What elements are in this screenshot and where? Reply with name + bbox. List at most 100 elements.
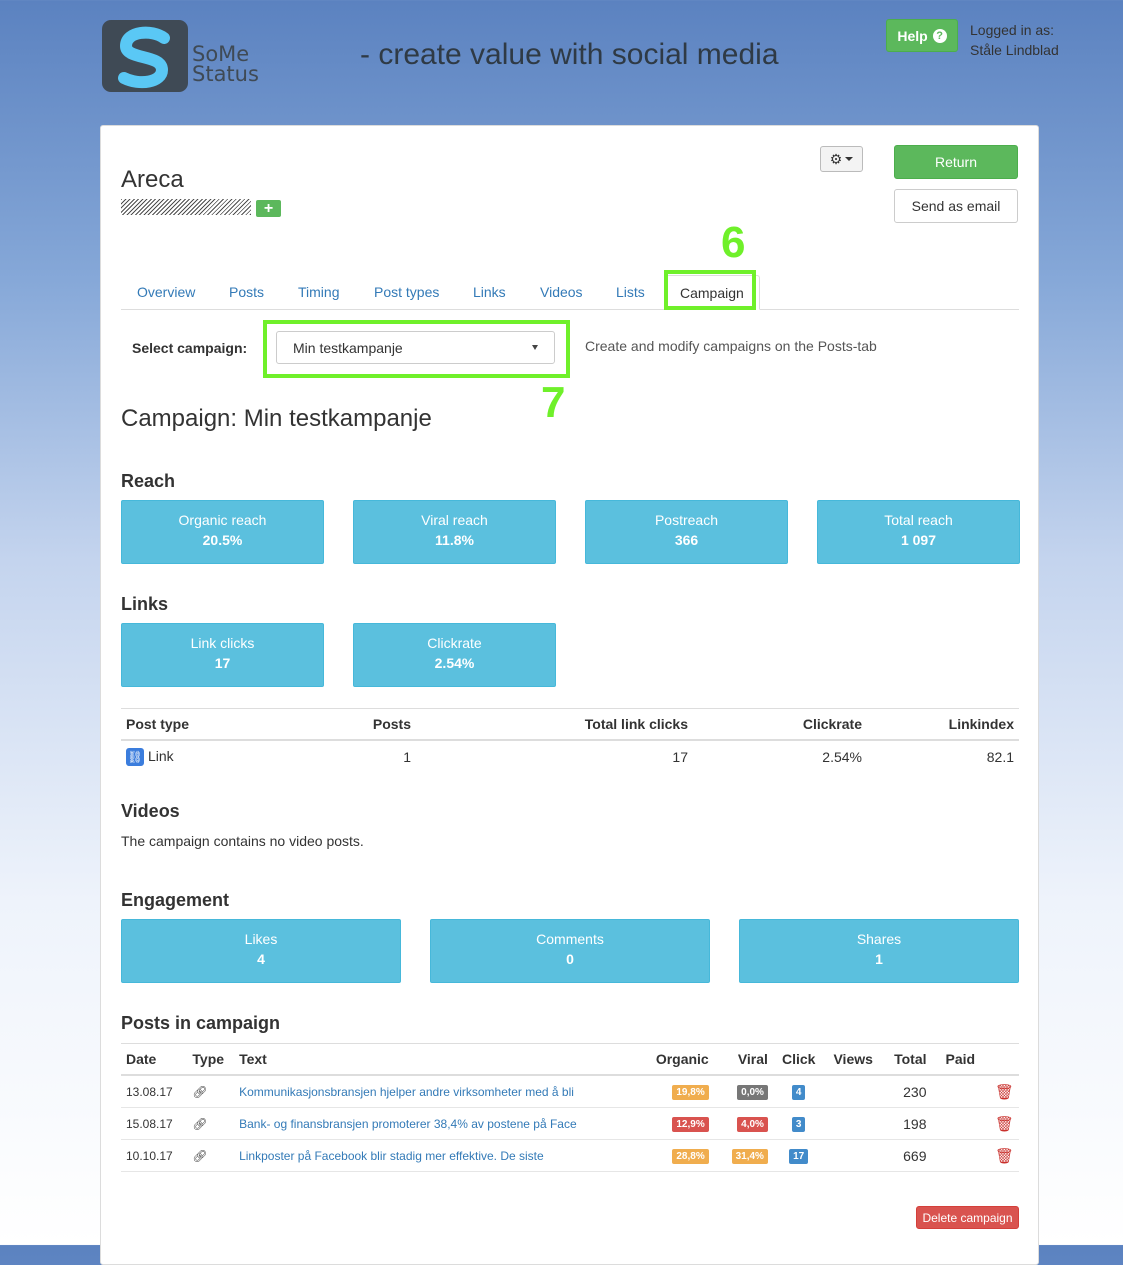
tab-timing[interactable]: Timing [283,275,355,309]
client-name: Areca [121,166,184,193]
reach-heading: Reach [121,471,176,491]
add-button[interactable]: + [256,200,281,217]
link-icon: 🔗︎ [187,1139,235,1172]
stat-value: 1 [875,951,883,967]
stat-label: Comments [536,931,604,947]
delete-campaign-button[interactable]: Delete campaign [916,1206,1019,1229]
tabs-divider [121,309,1019,310]
post-link[interactable]: Kommunikasjonsbransjen hjelper andre vir… [239,1085,574,1099]
selected-campaign: Min testkampanje [293,339,403,356]
col-linkindex: Linkindex [867,708,1019,741]
help-button[interactable]: Help ? [886,19,958,52]
select-campaign-label: Select campaign: [132,340,248,356]
cell-clickrate: 2.54% [822,749,862,765]
cell-click: 3 [772,1107,825,1140]
login-info: Logged in as: Ståle Lindblad [970,20,1059,60]
cell-date: 10.10.17 [121,1139,188,1172]
col-views: Views [824,1043,882,1076]
stat-viral-reach: Viral reach 11.8% [353,500,556,564]
trash-icon[interactable]: 🗑︎ [995,1084,1014,1101]
cell-paid [931,1139,990,1172]
tab-lists[interactable]: Lists [601,275,660,309]
cell-actions: 🗑︎ [989,1139,1019,1172]
send-email-button[interactable]: Send as email [894,189,1018,223]
col-text: Text [234,1043,637,1076]
cell-organic: 12,9% [636,1107,714,1140]
viral-badge: 31,4% [731,1148,768,1164]
cell-views [824,1139,882,1172]
organic-badge: 19,8% [672,1084,709,1100]
tab-highlight [664,270,756,310]
table-row: 10.10.17 🔗︎ Linkposter på Facebook blir … [121,1139,1019,1172]
campaign-select[interactable]: Min testkampanje [276,331,555,364]
stat-comments: Comments 0 [430,919,710,983]
tab-overview[interactable]: Overview [122,275,210,309]
stat-value: 2.54% [434,655,475,671]
table-header-row: Date Type Text Organic Viral Click Views… [121,1043,1019,1076]
tab-links[interactable]: Links [458,275,521,309]
logged-in-label: Logged in as: [970,22,1055,38]
stat-likes: Likes 4 [121,919,401,983]
organic-badge: 28,8% [672,1148,709,1164]
cell-viral: 4,0% [713,1107,773,1140]
cell-views [824,1075,882,1108]
link-icon: 🔗︎ [187,1107,235,1140]
tab-posts[interactable]: Posts [214,275,279,309]
stat-label: Postreach [654,512,719,528]
viral-badge: 4,0% [737,1116,768,1132]
col-total-link-clicks: Total link clicks [416,708,693,741]
tab-videos[interactable]: Videos [525,275,598,309]
stat-label: Shares [856,931,902,947]
logo-icon[interactable] [102,20,188,92]
cell-organic: 19,8% [636,1075,714,1108]
cell-organic: 28,8% [636,1139,714,1172]
settings-dropdown-button[interactable]: ⚙ [820,146,863,172]
redacted-text [121,199,251,215]
engagement-heading: Engagement [121,890,230,910]
cell-actions: 🗑︎ [989,1107,1019,1140]
posts-table: Date Type Text Organic Viral Click Views… [121,1043,1019,1172]
main-card: Areca + ⚙ Return Send as email 6 Overvie… [100,125,1039,1265]
annotation-7: 7 [541,378,566,427]
stat-organic-reach: Organic reach 20.5% [121,500,324,564]
stat-value: 11.8% [435,532,474,548]
stat-link-clicks: Link clicks 17 [121,623,324,687]
click-badge: 4 [791,1084,806,1100]
cell-text: Kommunikasjonsbransjen hjelper andre vir… [234,1075,637,1108]
caret-down-icon [845,157,854,161]
tagline: - create value with social media [360,38,779,71]
campaign-hint: Create and modify campaigns on the Posts… [585,338,877,354]
annotation-6: 6 [721,218,746,267]
link-icon: ⛓ [126,748,144,767]
trash-icon[interactable]: 🗑︎ [995,1116,1014,1133]
videos-heading: Videos [121,801,180,821]
col-type: Type [187,1043,235,1076]
stat-value: 4 [257,951,265,967]
cell-text: Bank- og finansbransjen promoterer 38,4%… [234,1107,637,1140]
post-link[interactable]: Bank- og finansbransjen promoterer 38,4%… [239,1117,577,1131]
cell-total: 230 [881,1075,932,1108]
cell-post-type: ⛓ Link [121,740,281,773]
stat-value: 1 097 [900,532,937,548]
stat-label: Total reach [884,512,953,528]
tab-post-types[interactable]: Post types [359,275,454,309]
post-link[interactable]: Linkposter på Facebook blir stadig mer e… [239,1149,544,1163]
stat-label: Clickrate [427,635,482,651]
no-video-text: The campaign contains no video posts. [121,833,364,849]
col-clickrate: Clickrate [693,708,867,741]
cell-click: 17 [772,1139,825,1172]
cell-total: 198 [881,1107,932,1140]
col-viral: Viral [713,1043,773,1076]
return-button[interactable]: Return [894,145,1018,179]
cell-viral: 0,0% [713,1075,773,1108]
click-badge: 3 [791,1116,806,1132]
cell-total: 669 [881,1139,932,1172]
cell-clicks: 17 [672,749,688,765]
link-types-table: Post type Posts Total link clicks Clickr… [121,708,1019,773]
table-header-row: Post type Posts Total link clicks Clickr… [121,708,1019,741]
logo-line-status: Status [192,62,259,86]
trash-icon[interactable]: 🗑︎ [995,1148,1014,1165]
cell-viral: 31,4% [713,1139,773,1172]
cell-posts: 1 [403,749,411,765]
cell-actions: 🗑︎ [989,1075,1019,1108]
